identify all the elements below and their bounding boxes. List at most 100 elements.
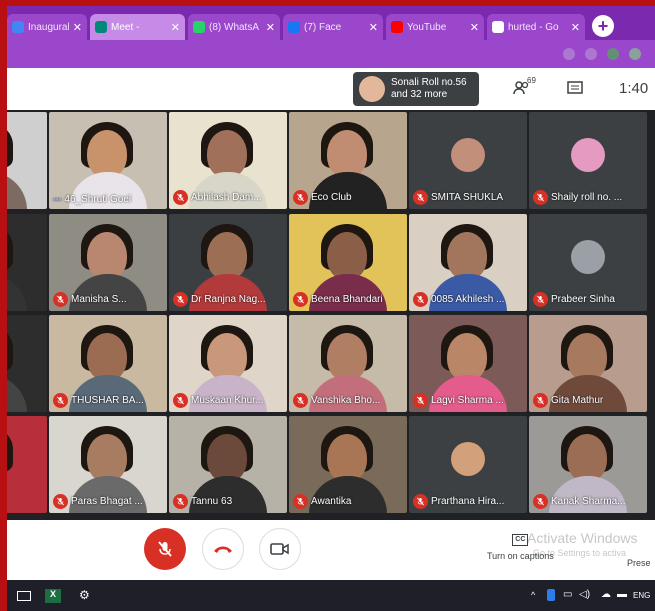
language-indicator[interactable]: ENG xyxy=(633,591,650,600)
participant-tile[interactable]: Prarthana Hira... xyxy=(409,416,527,513)
mic-muted-icon xyxy=(293,393,308,408)
browser-tab[interactable]: hurted - Go ✕ xyxy=(487,14,585,40)
participant-tile[interactable]: 0085 Akhilesh ... xyxy=(409,214,527,311)
extension-icon[interactable] xyxy=(607,48,619,60)
participant-label: Shaily roll no. ... xyxy=(533,190,622,205)
key-icon[interactable] xyxy=(563,48,575,60)
participant-tile[interactable]: Awantika xyxy=(289,416,407,513)
participant-tile[interactable]: Gita Mathur xyxy=(529,315,647,412)
mic-muted-icon xyxy=(413,190,428,205)
participant-tile[interactable]: Manisha S... xyxy=(49,214,167,311)
participant-tile[interactable]: jra(... xyxy=(7,214,47,311)
bluetooth-icon[interactable] xyxy=(547,589,555,601)
people-count: 69 xyxy=(527,76,536,85)
participant-tile[interactable]: SMITA SHUKLA xyxy=(409,112,527,209)
participant-tile[interactable]: ••• 46_Shruti Goel xyxy=(49,112,167,209)
participant-face xyxy=(327,333,367,381)
mic-muted-icon xyxy=(173,393,188,408)
close-tab-icon[interactable]: ✕ xyxy=(571,21,580,34)
doc-icon xyxy=(12,21,24,33)
browser-tab[interactable]: (7) Face ✕ xyxy=(283,14,383,40)
browser-tab[interactable]: Inaugural V ✕ xyxy=(7,14,87,40)
mic-off-button[interactable] xyxy=(144,528,186,570)
participant-label: Prarthana Hira... xyxy=(413,494,504,509)
network-icon[interactable]: ▭ xyxy=(563,589,572,600)
participant-body xyxy=(7,274,27,311)
close-tab-icon[interactable]: ✕ xyxy=(171,21,180,34)
extension-puzzle-icon[interactable] xyxy=(629,48,641,60)
participant-name: Prabeer Sinha xyxy=(551,294,615,305)
participant-tile[interactable]: Muskaan Khur... xyxy=(169,315,287,412)
browser-tab[interactable]: YouTube ✕ xyxy=(386,14,484,40)
participant-avatar xyxy=(451,442,485,476)
browser-tab-strip: Inaugural V✕Meet -✕(8) WhatsA✕(7) Face✕Y… xyxy=(7,6,655,40)
presenter-avatar xyxy=(359,76,385,102)
participant-tile[interactable]: Prabeer Sinha xyxy=(529,214,647,311)
presenter-chip[interactable]: Sonali Roll no.56 and 32 more xyxy=(353,72,479,106)
participant-name: Eco Club xyxy=(311,192,352,203)
leave-call-button[interactable] xyxy=(202,528,244,570)
participant-face xyxy=(447,333,487,381)
participant-label: Eco Club xyxy=(293,190,352,205)
participant-face xyxy=(567,434,607,482)
participant-tile[interactable]: Abhilash Dam... xyxy=(169,112,287,209)
close-tab-icon[interactable]: ✕ xyxy=(470,21,479,34)
participant-video xyxy=(7,325,13,371)
present-button[interactable]: Prese xyxy=(627,558,651,568)
volume-icon[interactable]: ◁) xyxy=(579,589,590,600)
participant-tile[interactable]: Dr Ranjna Nag... xyxy=(169,214,287,311)
mic-muted-icon xyxy=(533,292,548,307)
participant-avatar xyxy=(451,138,485,172)
mic-muted-icon xyxy=(533,190,548,205)
meet-icon xyxy=(95,21,107,33)
tray-chevron-icon[interactable]: ^ xyxy=(531,590,535,600)
participant-avatar xyxy=(571,240,605,274)
participant-face xyxy=(87,232,127,280)
close-tab-icon[interactable]: ✕ xyxy=(266,21,275,34)
participant-tile[interactable]: Gau... xyxy=(7,112,47,209)
participant-name: 46_Shruti Goel xyxy=(64,194,132,205)
participant-tile[interactable]: Lagvi Sharma ... xyxy=(409,315,527,412)
mic-muted-icon xyxy=(413,292,428,307)
participant-tile[interactable]: atur... xyxy=(7,416,47,513)
participant-tile[interactable]: Kanak Sharma... xyxy=(529,416,647,513)
new-tab-button[interactable]: + xyxy=(592,15,614,37)
close-tab-icon[interactable]: ✕ xyxy=(73,21,82,34)
participant-tile[interactable]: a, 1... xyxy=(7,315,47,412)
participant-body xyxy=(7,172,27,209)
browser-tab-label: Meet - xyxy=(111,21,140,33)
excel-icon[interactable]: X xyxy=(45,589,61,603)
participant-label: Abhilash Dam... xyxy=(173,190,262,205)
captions-button[interactable]: CC Turn on captions xyxy=(487,534,554,561)
participant-tile[interactable]: Vanshika Bho... xyxy=(289,315,407,412)
browser-tab[interactable]: (8) WhatsA ✕ xyxy=(188,14,280,40)
mic-muted-icon xyxy=(53,393,68,408)
chat-icon[interactable] xyxy=(567,80,583,100)
star-icon[interactable] xyxy=(585,48,597,60)
participant-name: Prarthana Hira... xyxy=(431,496,505,507)
settings-gear-icon[interactable]: ⚙ xyxy=(79,588,90,602)
browser-tab[interactable]: Meet - ✕ xyxy=(90,14,185,40)
cloud-icon[interactable]: ☁ xyxy=(601,589,611,600)
battery-icon[interactable]: ▬ xyxy=(617,589,627,600)
windows-taskbar: X ⚙ ^ ▭ ◁) ☁ ▬ ENG xyxy=(7,580,655,611)
mic-muted-icon xyxy=(293,494,308,509)
mic-muted-icon xyxy=(533,393,548,408)
participant-tile[interactable]: Tannu 63 xyxy=(169,416,287,513)
participant-name: Muskaan Khur... xyxy=(191,395,264,406)
participant-tile[interactable]: Paras Bhagat ... xyxy=(49,416,167,513)
mic-muted-icon xyxy=(173,494,188,509)
participant-name: Vanshika Bho... xyxy=(311,395,381,406)
participant-tile[interactable]: Shaily roll no. ... xyxy=(529,112,647,209)
mic-muted-icon xyxy=(173,292,188,307)
participant-name: Manisha S... xyxy=(71,294,127,305)
participant-tile[interactable]: THUSHAR BA... xyxy=(49,315,167,412)
participant-tile[interactable]: Beena Bhandari xyxy=(289,214,407,311)
close-tab-icon[interactable]: ✕ xyxy=(369,21,378,34)
file-explorer-icon[interactable] xyxy=(17,591,31,601)
participant-tile[interactable]: Eco Club xyxy=(289,112,407,209)
camera-button[interactable] xyxy=(259,528,301,570)
participant-label: THUSHAR BA... xyxy=(53,393,144,408)
mic-muted-icon xyxy=(413,393,428,408)
participant-video xyxy=(7,224,13,270)
